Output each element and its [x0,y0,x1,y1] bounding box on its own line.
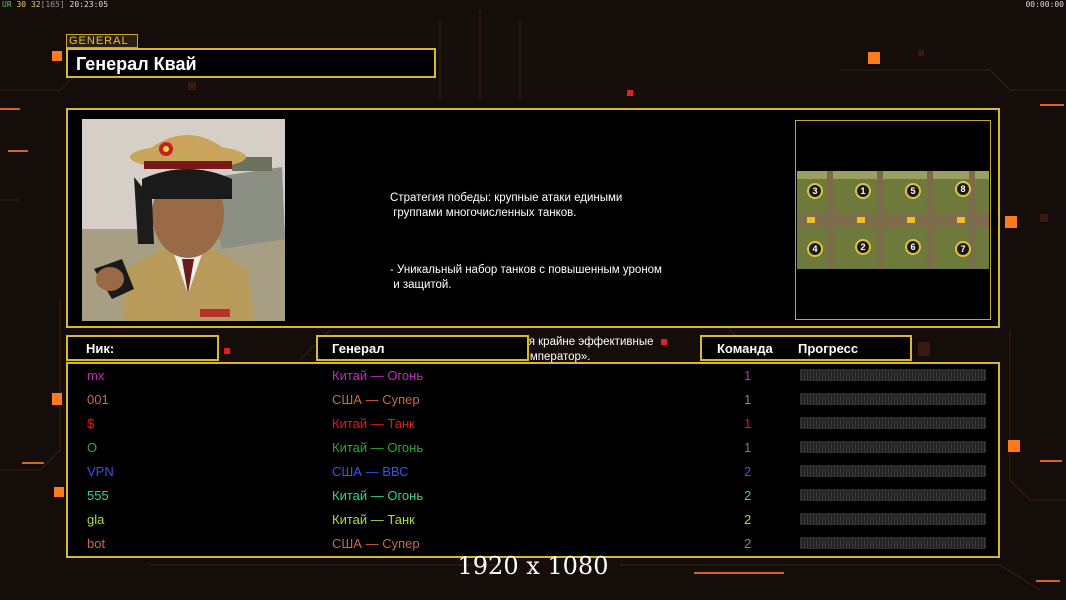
player-team: 1 [744,440,752,455]
description-line: - Уникальный набор танков с повышенным у… [390,264,662,291]
player-general: Китай — Огонь [332,488,424,503]
players-list: mx Китай — Огонь 1 001 США — Супер 1 $ К… [66,362,1000,558]
player-progress-bar [800,465,986,477]
team-header-label: Команда [717,341,773,356]
player-general: Китай — Танк [332,512,415,527]
player-row: gla Китай — Танк 2 [68,508,998,532]
player-nick: $ [87,416,95,431]
map-slot: 2 [855,239,871,255]
player-row: O Китай — Огонь 1 [68,436,998,460]
description-line: Стратегия победы: крупные атаки едиными … [390,192,623,219]
player-progress-bar [800,441,986,453]
hud-value-c: [165] [40,0,65,9]
player-general: Китай — Танк [332,416,415,431]
general-tag: GENERAL [66,34,138,48]
general-header-label: Генерал [332,341,385,356]
map-slot: 6 [905,239,921,255]
player-progress-bar [800,417,986,429]
general-column-header: Генерал [316,335,529,361]
hud-time: 20:23:05 [69,0,109,9]
player-progress-bar [800,393,986,405]
general-name: Генерал Квай [76,54,197,74]
hud-value-b: 32 [30,0,41,9]
progress-header-label: Прогресс [798,341,859,356]
map-preview: 3 1 5 8 4 2 6 7 [795,120,991,320]
hud-timer: 00:00:00 [1025,0,1064,9]
player-row: 001 США — Супер 1 [68,388,998,412]
map-slot: 1 [855,183,871,199]
resolution-label: 1920 x 1080 [457,552,609,580]
team-progress-header: Команда Прогресс [700,335,912,361]
map-slot: 8 [955,181,971,197]
player-progress-bar [800,513,986,525]
player-nick: 001 [87,392,109,407]
player-row: 555 Китай — Огонь 2 [68,484,998,508]
player-nick: bot [87,536,106,551]
general-portrait-image [82,119,285,321]
player-row: mx Китай — Огонь 1 [68,364,998,388]
player-progress-bar [800,489,986,501]
player-team: 2 [744,536,752,551]
player-nick: O [87,440,98,455]
player-nick: VPN [87,464,114,479]
player-team: 1 [744,368,752,383]
player-team: 1 [744,416,752,431]
player-team: 2 [744,512,752,527]
player-progress-bar [800,369,986,381]
nick-header-label: Ник: [86,341,115,356]
hud-value-a: 30 [16,0,27,9]
player-row: VPN США — ВВС 2 [68,460,998,484]
map-slot: 7 [955,241,971,257]
player-nick: mx [87,368,105,383]
player-general: США — Супер [332,392,420,407]
general-title-box: Генерал Квай [66,48,436,78]
performance-readout: UR 30 32[165] 20:23:05 [2,0,108,9]
general-portrait [82,119,285,321]
map-slot: 4 [807,241,823,257]
map-slot: 3 [807,183,823,199]
player-progress-bar [800,537,986,549]
player-nick: gla [87,512,105,527]
player-team: 1 [744,392,752,407]
player-nick: 555 [87,488,109,503]
map-slot: 5 [905,183,921,199]
player-general: США — ВВС [332,464,409,479]
map-minimap: 3 1 5 8 4 2 6 7 [797,171,989,269]
player-row: $ Китай — Танк 1 [68,412,998,436]
player-general: Китай — Огонь [332,440,424,455]
general-info-panel: Стратегия победы: крупные атаки едиными … [66,108,1000,363]
hud-ur: UR [2,0,12,9]
player-team: 2 [744,464,752,479]
nick-column-header: Ник: [66,335,219,361]
player-team: 2 [744,488,752,503]
player-general: Китай — Огонь [332,368,424,383]
player-general: США — Супер [332,536,420,551]
